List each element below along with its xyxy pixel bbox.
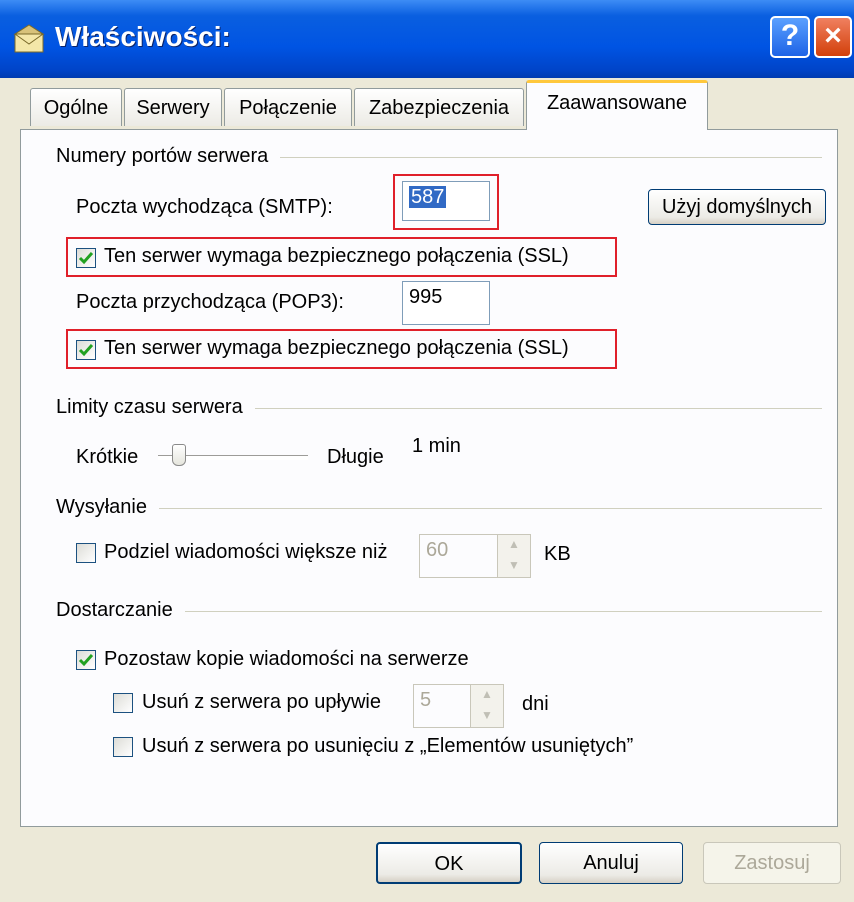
tab-advanced[interactable]: Zaawansowane: [526, 80, 708, 130]
group-timeouts-label: Limity czasu serwera: [56, 396, 255, 419]
window-title: Właściwości:: [55, 21, 231, 52]
timeout-value: 1 min: [412, 435, 461, 457]
timeout-long-label: Długie: [327, 446, 384, 468]
group-sending-label: Wysyłanie: [56, 496, 159, 519]
tab-general[interactable]: Ogólne: [30, 88, 122, 126]
checkmark-icon: [78, 344, 94, 357]
keep-copy-checkbox[interactable]: [76, 650, 96, 670]
split-size-input[interactable]: 60: [419, 534, 499, 578]
help-button[interactable]: ?: [770, 16, 810, 58]
remove-deleted-label: Usuń z serwera po usunięciu z „Elementów…: [142, 735, 634, 757]
spin-up-icon[interactable]: ▲: [471, 685, 503, 706]
smtp-port-value: 587: [409, 186, 447, 208]
ssl-smtp-label: Ten serwer wymaga bezpiecznego połączeni…: [104, 245, 569, 267]
apply-button[interactable]: Zastosuj: [703, 842, 841, 884]
remove-after-days-input[interactable]: 5: [413, 684, 473, 728]
use-defaults-button[interactable]: Użyj domyślnych: [648, 189, 826, 225]
checkmark-icon: [78, 654, 94, 667]
group-delivery-label: Dostarczanie: [56, 599, 185, 622]
group-divider: [60, 508, 822, 509]
split-size-spinner[interactable]: ▲ ▼: [497, 534, 531, 578]
smtp-port-label: Poczta wychodząca (SMTP):: [76, 196, 333, 218]
spin-up-icon[interactable]: ▲: [498, 535, 530, 556]
tab-strip: Ogólne Serwery Połączenie Zabezpieczenia…: [0, 78, 854, 130]
pop3-port-label: Poczta przychodząca (POP3):: [76, 291, 344, 313]
close-button[interactable]: ×: [814, 16, 852, 58]
properties-dialog: Właściwości: ? × Ogólne Serwery Połączen…: [0, 0, 854, 902]
title-bar[interactable]: Właściwości: ? ×: [0, 0, 854, 78]
mail-account-icon: [13, 24, 45, 53]
checkmark-icon: [78, 252, 94, 265]
timeout-short-label: Krótkie: [76, 446, 139, 468]
group-ports-label: Numery portów serwera: [56, 145, 281, 168]
tab-security[interactable]: Zabezpieczenia: [354, 88, 524, 126]
ssl-pop3-label: Ten serwer wymaga bezpiecznego połączeni…: [104, 337, 569, 359]
timeout-slider-thumb[interactable]: [172, 444, 186, 466]
split-messages-label: Podziel wiadomości większe niż: [104, 541, 388, 563]
ssl-pop3-checkbox[interactable]: [76, 340, 96, 360]
remove-after-checkbox[interactable]: [113, 693, 133, 713]
spin-down-icon[interactable]: ▼: [498, 556, 530, 577]
split-size-unit: KB: [544, 543, 571, 565]
ssl-smtp-checkbox[interactable]: [76, 248, 96, 268]
smtp-port-input[interactable]: 587: [402, 181, 490, 221]
tab-servers[interactable]: Serwery: [124, 88, 222, 126]
tab-connection[interactable]: Połączenie: [224, 88, 352, 126]
remove-after-unit: dni: [522, 693, 549, 715]
remove-after-spinner[interactable]: ▲ ▼: [470, 684, 504, 728]
remove-after-label: Usuń z serwera po upływie: [142, 691, 381, 713]
split-messages-checkbox[interactable]: [76, 543, 96, 563]
remove-deleted-checkbox[interactable]: [113, 737, 133, 757]
keep-copy-label: Pozostaw kopie wiadomości na serwerze: [104, 648, 469, 670]
pop3-port-input[interactable]: 995: [402, 281, 490, 325]
spin-down-icon[interactable]: ▼: [471, 706, 503, 727]
ok-button[interactable]: OK: [376, 842, 522, 884]
cancel-button[interactable]: Anuluj: [539, 842, 683, 884]
